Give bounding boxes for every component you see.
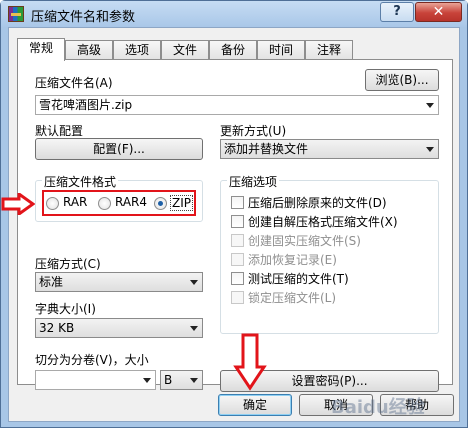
chevron-down-icon [426,147,434,152]
format-rar4-radio[interactable] [98,197,111,210]
tab-time[interactable]: 时间 [257,40,305,60]
format-zip-radio[interactable] [154,197,167,210]
chevron-down-icon [190,378,198,383]
create-sfx-label: 创建自解压格式压缩文件(X) [248,215,398,229]
close-button[interactable]: ✕ [415,2,462,22]
delete-after-label: 压缩后删除原来的文件(D) [248,196,387,210]
format-rar-label: RAR [63,195,88,209]
title-bar[interactable]: 压缩文件名和参数 ? ✕ [1,1,467,27]
split-volume-input[interactable] [35,370,156,390]
solid-archive-checkbox[interactable] [231,234,244,247]
dictionary-size-select[interactable]: 32 KB [35,318,203,338]
profiles-button[interactable]: 配置(F)... [35,138,203,160]
tab-advanced[interactable]: 高级 [65,40,113,60]
ok-button[interactable]: 确定 [218,394,292,416]
lock-archive-checkbox[interactable] [231,291,244,304]
compression-method-value: 标准 [39,275,64,289]
tab-backup[interactable]: 备份 [209,40,257,60]
dictionary-size-value: 32 KB [39,321,75,335]
winrar-app-icon [8,6,24,22]
chevron-down-icon [426,103,434,108]
dictionary-size-label: 字典大小(I) [35,302,96,316]
chevron-down-icon [190,280,198,285]
chevron-down-icon [190,326,198,331]
update-mode-select[interactable]: 添加并替换文件 [220,139,439,159]
format-zip-label: ZIP [170,195,193,211]
solid-archive-label: 创建固实压缩文件(S) [248,234,361,248]
tab-general[interactable]: 常规 [17,38,65,61]
dialog-window: 压缩文件名和参数 ? ✕ 常规 高级 选项 文件 备份 时间 注释 压缩文件名(… [0,0,468,428]
split-unit-select[interactable]: B [160,370,203,390]
format-rar4-label: RAR4 [115,195,148,209]
update-mode-value: 添加并替换文件 [224,142,309,156]
tab-options[interactable]: 选项 [113,40,161,60]
compression-options-group-title: 压缩选项 [227,173,280,190]
tab-files[interactable]: 文件 [161,40,209,60]
default-profile-label: 默认配置 [35,124,84,138]
archive-name-label: 压缩文件名(A) [35,76,113,90]
update-mode-label: 更新方式(U) [220,124,287,138]
recovery-record-checkbox[interactable] [231,253,244,266]
recovery-record-label: 添加恢复记录(E) [248,253,337,267]
split-unit-value: B [164,373,173,387]
format-rar-radio[interactable] [46,197,59,210]
lock-archive-label: 锁定压缩文件(L) [248,291,337,305]
create-sfx-checkbox[interactable] [231,215,244,228]
red-arrow-right-icon [1,193,35,215]
red-arrow-down-icon [233,333,267,391]
watermark: Baidu经验 [331,397,425,418]
delete-after-checkbox[interactable] [231,196,244,209]
help-title-button[interactable]: ? [380,2,414,22]
compression-method-select[interactable]: 标准 [35,272,203,292]
window-title: 压缩文件名和参数 [31,10,136,25]
archive-format-group-title: 压缩文件格式 [42,173,119,190]
split-volume-label: 切分为分卷(V)，大小 [35,353,149,367]
chevron-down-icon [143,378,151,383]
archive-name-input[interactable]: 雪花啤酒图片.zip [35,95,439,115]
browse-button[interactable]: 浏览(B)... [365,69,439,91]
compression-method-label: 压缩方式(C) [35,257,101,271]
archive-name-value: 雪花啤酒图片.zip [39,98,133,112]
test-files-label: 测试压缩的文件(T) [248,272,349,286]
test-files-checkbox[interactable] [231,272,244,285]
tab-comment[interactable]: 注释 [305,40,353,60]
